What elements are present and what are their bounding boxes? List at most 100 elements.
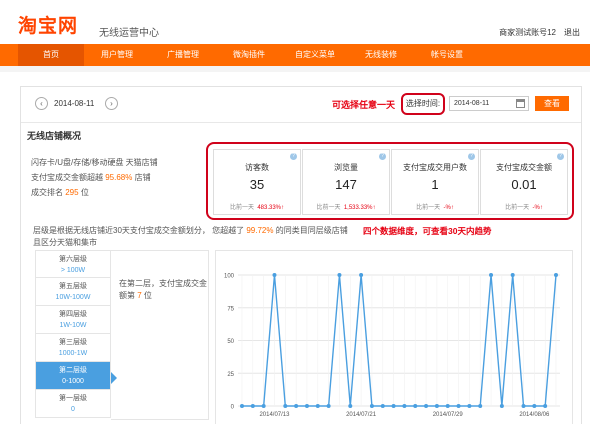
help-icon[interactable]: ?: [557, 153, 564, 160]
tier-item-6[interactable]: 第六层级 > 100W: [35, 250, 111, 278]
data-point[interactable]: [240, 404, 244, 408]
tier-item-2[interactable]: 第二层级 0-1000: [35, 362, 111, 390]
metric-label: 浏览量: [334, 163, 358, 172]
site-subtitle: 无线运营中心: [99, 28, 159, 39]
account-name[interactable]: 商家测试账号12: [499, 27, 556, 38]
data-point[interactable]: [499, 404, 504, 408]
data-point[interactable]: [283, 404, 288, 408]
data-point[interactable]: [261, 404, 266, 408]
view-button[interactable]: 查看: [535, 96, 569, 111]
x-tick-label: 2014/08/06: [519, 412, 550, 418]
shop-exceed-pct: 95.68%: [105, 173, 133, 182]
nav-item-home[interactable]: 首页: [18, 44, 84, 66]
taobao-logo[interactable]: 淘宝网: [18, 11, 78, 38]
current-date: 2014-08-11: [54, 99, 95, 108]
metric-card-buyers[interactable]: ? 支付宝成交用户数 1 比前一天 -%↑: [391, 149, 479, 215]
y-tick-label: 0: [231, 405, 235, 411]
calendar-icon[interactable]: [516, 99, 525, 108]
nav-item-account-settings[interactable]: 帐号设置: [414, 44, 480, 66]
metric-value: 1: [431, 177, 439, 192]
tier-rank: 7: [137, 291, 142, 300]
metric-compare: 比前一天 -%↑: [505, 205, 543, 211]
date-input-value: 2014-08-11: [454, 100, 490, 107]
data-point[interactable]: [521, 404, 526, 408]
data-point[interactable]: [369, 404, 374, 408]
date-hint: 可选择任意一天: [332, 100, 396, 110]
data-point[interactable]: [294, 404, 299, 408]
nav-item-users[interactable]: 用户管理: [84, 44, 150, 66]
metric-value: 147: [335, 177, 357, 192]
metric-value: 0.01: [511, 177, 537, 192]
data-point[interactable]: [456, 404, 461, 408]
data-point[interactable]: [489, 273, 494, 277]
main-panel: ‹ 2014-08-11 › 可选择任意一天 选择时间: 2014-08-11 …: [20, 86, 582, 424]
main-nav: 首页 用户管理 广播管理 微淘插件 自定义菜单 无线装修 帐号设置: [0, 44, 590, 66]
data-point[interactable]: [510, 273, 515, 277]
shop-rank: 295: [65, 188, 79, 197]
page-header: 淘宝网 无线运营中心 商家测试账号12 退出: [0, 0, 590, 44]
x-tick-label: 2014/07/21: [346, 412, 377, 418]
tier-detail: 在第二层，支付宝成交金 额第 7 位: [111, 250, 209, 420]
data-point[interactable]: [402, 404, 407, 408]
data-point[interactable]: [315, 404, 320, 408]
chevron-right-icon: ›: [110, 99, 113, 108]
trend-note: 四个数据维度，可查看30天内趋势: [363, 226, 492, 236]
nav-item-weitao-plugin[interactable]: 微淘插件: [216, 44, 282, 66]
nav-item-wireless-decor[interactable]: 无线装修: [348, 44, 414, 66]
nav-item-custom-menu[interactable]: 自定义菜单: [282, 44, 348, 66]
metric-card-visitors[interactable]: ? 访客数 35 比前一天 483.33%↑: [213, 149, 301, 215]
data-point[interactable]: [337, 273, 342, 277]
data-point[interactable]: [554, 273, 558, 277]
data-point[interactable]: [543, 404, 548, 408]
metric-card-amount[interactable]: ? 支付宝成交金额 0.01 比前一天 -%↑: [480, 149, 568, 215]
metric-card-pageviews[interactable]: ? 浏览量 147 比前一天 1,533.33%↑: [302, 149, 390, 215]
trend-chart: 0 25 50 75 100 2014/07/13 2014/07/21 2014/07/29…: [215, 250, 573, 424]
data-point[interactable]: [380, 404, 385, 408]
help-icon[interactable]: ?: [468, 153, 475, 160]
nav-spacer: [0, 66, 590, 72]
data-point[interactable]: [445, 404, 450, 408]
y-tick-label: 50: [227, 339, 234, 345]
data-point[interactable]: [304, 404, 309, 408]
tier-exceed-pct: 99.72%: [246, 226, 274, 235]
next-day-button[interactable]: ›: [105, 97, 118, 110]
date-input[interactable]: 2014-08-11: [449, 96, 529, 111]
logout-link[interactable]: 退出: [564, 27, 580, 38]
data-point[interactable]: [467, 404, 472, 408]
metric-compare: 比前一天 1,533.33%↑: [316, 205, 376, 211]
data-point[interactable]: [391, 404, 396, 408]
metric-label: 访客数: [245, 163, 269, 172]
metrics-highlight-frame: ? 访客数 35 比前一天 483.33%↑ ? 浏览量 147 比前一天 1,…: [206, 142, 574, 220]
data-point[interactable]: [272, 273, 277, 277]
y-tick-label: 25: [227, 372, 234, 378]
tier-item-4[interactable]: 第四层级 1W-10W: [35, 306, 111, 334]
data-point[interactable]: [326, 404, 331, 408]
nav-item-broadcast[interactable]: 广播管理: [150, 44, 216, 66]
prev-day-button[interactable]: ‹: [35, 97, 48, 110]
x-tick-label: 2014/07/29: [433, 412, 464, 418]
shop-category: 闪存卡/U盘/存储/移动硬盘 天猫店铺: [31, 158, 158, 167]
data-point[interactable]: [359, 273, 364, 277]
y-tick-label: 100: [224, 274, 235, 280]
tier-description: 层级是根据无线店铺近30天支付宝成交金额划分， 您超越了 99.72% 的同类目…: [33, 226, 348, 247]
data-point[interactable]: [250, 404, 255, 408]
date-bar: ‹ 2014-08-11 › 可选择任意一天 选择时间: 2014-08-11 …: [21, 87, 581, 123]
metric-label: 支付宝成交金额: [496, 163, 552, 172]
help-icon[interactable]: ?: [290, 153, 297, 160]
data-point[interactable]: [434, 404, 439, 408]
tier-item-1[interactable]: 第一层级 0: [35, 390, 111, 418]
data-point[interactable]: [348, 404, 353, 408]
x-tick-label: 2014/07/13: [259, 412, 290, 418]
tier-item-3[interactable]: 第三层级 1000-1W: [35, 334, 111, 362]
data-point[interactable]: [532, 404, 537, 408]
data-point[interactable]: [424, 404, 429, 408]
tier-item-5[interactable]: 第五层级 10W-100W: [35, 278, 111, 306]
metric-label: 支付宝成交用户数: [403, 163, 467, 172]
data-point[interactable]: [478, 404, 483, 408]
shop-info: 闪存卡/U盘/存储/移动硬盘 天猫店铺 支付宝成交金额超越 95.68% 店铺 …: [31, 155, 209, 200]
y-tick-label: 75: [227, 306, 234, 312]
help-icon[interactable]: ?: [379, 153, 386, 160]
data-point[interactable]: [413, 404, 418, 408]
shop-rank-line: 成交排名 295 位: [31, 188, 89, 197]
metric-compare: 比前一天 483.33%↑: [229, 205, 285, 211]
